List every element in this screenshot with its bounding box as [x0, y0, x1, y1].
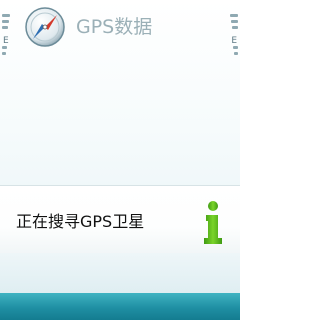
signal-label: E: [3, 36, 9, 46]
battery-label: E: [231, 36, 237, 46]
compass-icon: [25, 7, 65, 47]
title-bar: GPS数据: [22, 4, 218, 48]
page-title: GPS数据: [76, 16, 153, 38]
softkey-bar: [0, 293, 240, 320]
screen: E E GPS数据 正在搜寻GPS卫星: [0, 0, 240, 320]
softkey-area: [0, 253, 240, 293]
info-icon: [204, 201, 222, 244]
status-message: 正在搜寻GPS卫星: [16, 212, 145, 231]
